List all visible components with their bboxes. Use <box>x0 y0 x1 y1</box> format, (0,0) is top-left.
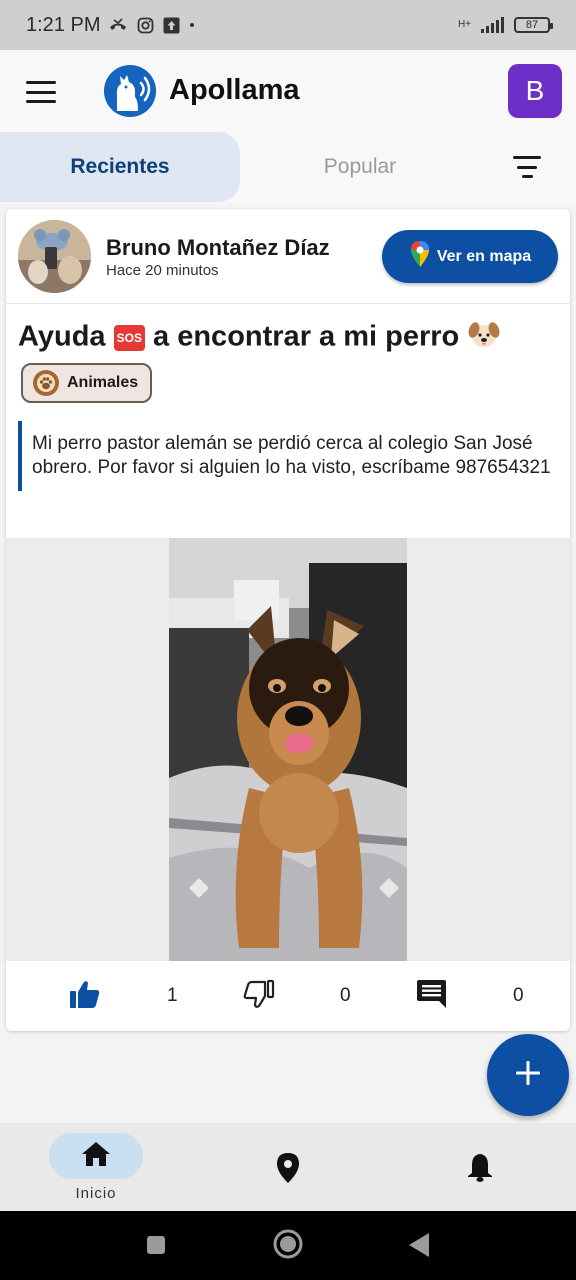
tab-recientes[interactable]: Recientes <box>0 132 240 202</box>
likes-count: 1 <box>167 985 178 1006</box>
app-logo-icon <box>104 65 156 117</box>
nav-home[interactable]: Inicio <box>0 1123 192 1211</box>
post-image[interactable] <box>169 538 407 961</box>
app-title: Apollama <box>169 74 300 106</box>
tab-popular-label: Popular <box>323 155 397 178</box>
network-type: H+ <box>457 19 471 30</box>
comment-icon <box>416 979 447 1014</box>
post-timestamp: Hace 20 minutos <box>106 262 219 279</box>
plus-icon <box>515 1060 541 1091</box>
nav-home-indicator <box>49 1133 143 1179</box>
comments-button[interactable] <box>416 961 447 1031</box>
bell-icon <box>467 1152 493 1187</box>
thumb-up-icon <box>69 979 101 1014</box>
filter-icon[interactable] <box>512 156 542 178</box>
nav-map[interactable] <box>192 1123 384 1211</box>
post-title: Ayuda SOS a encontrar a mi perro <box>18 317 501 359</box>
dog-face-icon <box>467 317 501 359</box>
back-icon[interactable] <box>408 1232 430 1263</box>
tab-recientes-label: Recientes <box>70 155 170 178</box>
thumb-down-icon <box>243 979 275 1014</box>
profile-avatar-letter: B <box>525 75 545 106</box>
upload-icon <box>163 17 180 34</box>
view-on-map-label: Ver en mapa <box>436 247 532 265</box>
comments-count: 0 <box>513 985 524 1006</box>
instagram-icon <box>137 17 154 34</box>
feed-tabs: Recientes Popular <box>0 132 576 204</box>
post-card: Bruno Montañez Díaz Hace 20 minutos Ver … <box>6 209 570 1031</box>
post-image-container <box>6 538 570 961</box>
home-system-icon[interactable] <box>272 1228 304 1265</box>
dislike-button[interactable] <box>243 961 275 1031</box>
category-label: Animales <box>67 374 139 391</box>
battery-level: 87 <box>525 19 539 31</box>
post-header: Bruno Montañez Díaz Hace 20 minutos Ver … <box>6 209 570 304</box>
nav-home-label: Inicio <box>75 1185 117 1202</box>
paw-icon <box>33 370 59 396</box>
post-title-end: a encontrar a mi perro <box>153 320 460 353</box>
create-post-button[interactable] <box>487 1034 569 1116</box>
home-icon <box>81 1141 111 1172</box>
signal-icon <box>481 17 504 33</box>
author-name[interactable]: Bruno Montañez Díaz <box>106 235 330 261</box>
like-button[interactable] <box>69 961 101 1031</box>
author-avatar[interactable] <box>18 220 91 293</box>
menu-icon[interactable] <box>26 81 56 103</box>
status-time: 1:21 PM <box>26 13 101 36</box>
battery-icon: 87 <box>514 17 553 33</box>
app-bar: Apollama B <box>0 50 576 132</box>
bottom-navigation: Inicio <box>0 1123 576 1211</box>
post-description: Mi perro pastor alemán se perdió cerca a… <box>18 421 558 491</box>
missed-call-icon <box>108 18 128 32</box>
system-navigation-bar <box>0 1211 576 1280</box>
nav-notifications[interactable] <box>384 1123 576 1211</box>
post-actions: 1 0 0 <box>6 961 570 1031</box>
tab-popular[interactable]: Popular <box>240 132 480 202</box>
dislikes-count: 0 <box>340 985 351 1006</box>
view-on-map-button[interactable]: Ver en mapa <box>382 230 558 283</box>
recents-icon[interactable] <box>146 1235 166 1260</box>
sos-emoji: SOS <box>113 325 145 351</box>
profile-avatar-button[interactable]: B <box>508 64 562 118</box>
map-pin-icon <box>409 240 431 273</box>
post-title-start: Ayuda <box>18 320 106 353</box>
status-bar: 1:21 PM H+ 87 <box>0 0 576 50</box>
dot-icon <box>189 22 195 28</box>
location-pin-icon <box>276 1152 300 1189</box>
category-chip[interactable]: Animales <box>21 363 153 403</box>
